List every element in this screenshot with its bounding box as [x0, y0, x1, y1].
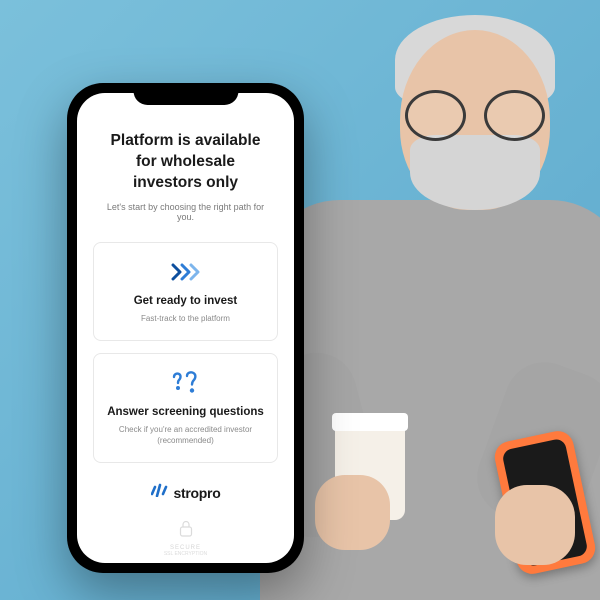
- option-subtitle: Check if you're an accredited investor (…: [106, 424, 265, 446]
- app-screen: Platform is available for wholesale inve…: [77, 93, 294, 563]
- option-title: Get ready to invest: [106, 295, 265, 307]
- page-subtitle: Let's start by choosing the right path f…: [93, 202, 278, 222]
- secure-badge: SECURE SSL ENCRYPTION: [93, 520, 278, 557]
- brand-logo: stropro: [93, 483, 278, 502]
- person-hand-left: [315, 475, 390, 550]
- question-marks-icon: [106, 370, 265, 396]
- coffee-cup-lid: [332, 413, 408, 431]
- page-title: Platform is available for wholesale inve…: [93, 131, 278, 194]
- glasses-icon: [405, 90, 545, 135]
- option-title: Answer screening questions: [106, 406, 265, 418]
- person-beard: [410, 135, 540, 210]
- phone-notch: [133, 83, 238, 105]
- brand-name: stropro: [174, 485, 221, 501]
- chevrons-right-icon: [106, 259, 265, 285]
- lock-icon: [178, 520, 194, 543]
- option-subtitle: Fast-track to the platform: [106, 313, 265, 324]
- secure-sublabel: SSL ENCRYPTION: [164, 551, 207, 557]
- person-hand-right: [495, 485, 575, 565]
- option-card-screening[interactable]: Answer screening questions Check if you'…: [93, 353, 278, 463]
- promo-scene: Platform is available for wholesale inve…: [0, 0, 600, 600]
- brand-mark-icon: [151, 483, 169, 502]
- phone-frame: Platform is available for wholesale inve…: [67, 83, 304, 573]
- option-card-invest[interactable]: Get ready to invest Fast-track to the pl…: [93, 242, 278, 341]
